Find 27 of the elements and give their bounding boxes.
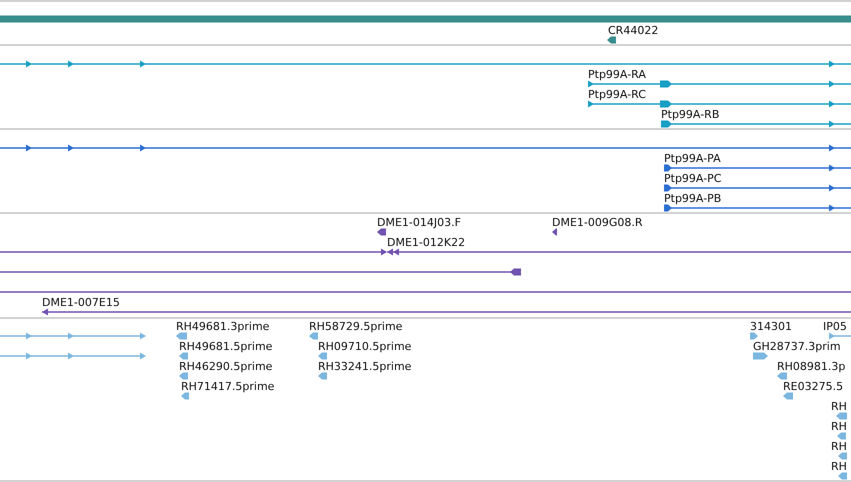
feature-label: RH — [831, 460, 847, 473]
feature-label: Ptp99A-PB — [664, 192, 722, 205]
feature-label: Ptp99A-RC — [588, 88, 646, 101]
feature-label: Ptp99A-PA — [664, 152, 721, 165]
feature-label: Ptp99A-RA — [588, 68, 646, 81]
feature-label: RH46290.5prime — [179, 360, 272, 373]
feature-label: DME1-012K22 — [387, 236, 466, 249]
feature-label: RH09710.5prime — [318, 340, 412, 353]
feature-label: CR44022 — [608, 24, 658, 37]
feature-label: RE03275.5 — [783, 380, 844, 393]
feature-label: 314301 — [750, 320, 792, 333]
feature-label: Ptp99A-RB — [661, 108, 720, 121]
feature-label: RH08981.3p — [777, 360, 846, 373]
feature-label: RH49681.5prime — [179, 340, 272, 353]
feature-label: IP05 — [823, 320, 847, 333]
feature-label: RH — [831, 420, 847, 433]
feature-label: RH71417.5prime — [181, 380, 274, 393]
feature-label: DME1-007E15 — [42, 296, 120, 309]
feature-label: DME1-009G08.R — [552, 216, 643, 229]
feature-label: DME1-014J03.F — [377, 216, 461, 229]
feature-label: GH28737.3prim — [753, 340, 841, 353]
feature-label: RH — [831, 440, 847, 453]
feature-label: RH33241.5prime — [318, 360, 412, 373]
feature-label: Ptp99A-PC — [664, 172, 722, 185]
feature-label: RH49681.3prime — [176, 320, 270, 333]
feature-label: RH — [831, 400, 847, 413]
feature-label: RH58729.5prime — [309, 320, 402, 333]
